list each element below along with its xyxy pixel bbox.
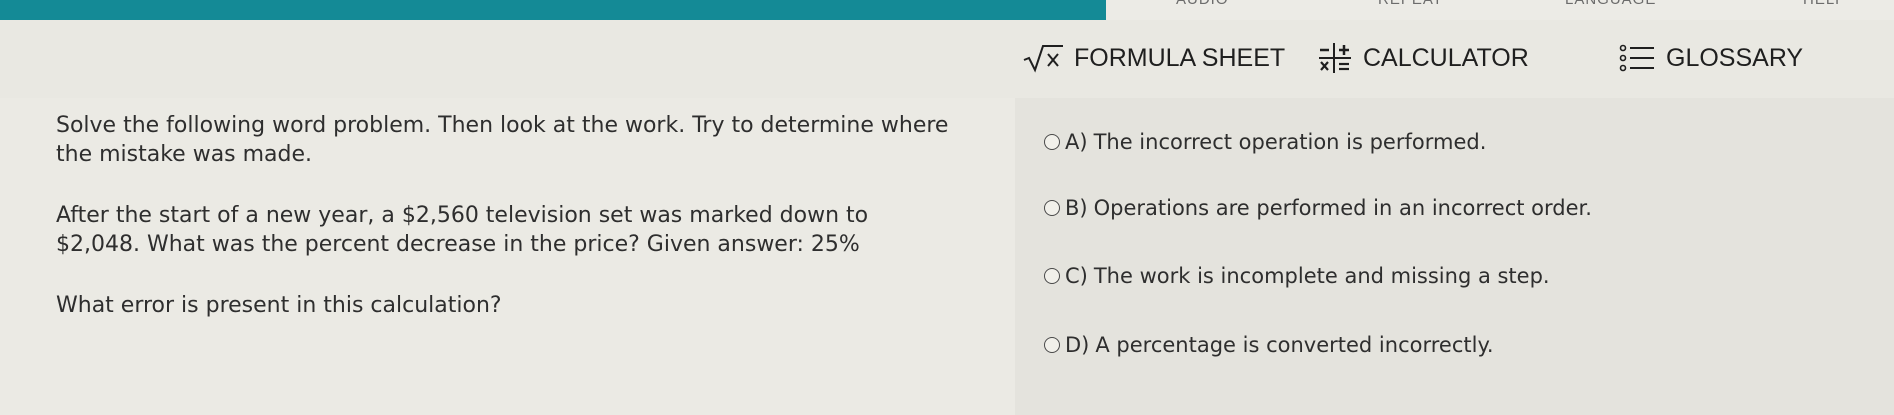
option-c-radio[interactable] <box>1044 268 1060 284</box>
audio-button[interactable]: AUDIO <box>1176 0 1229 8</box>
formula-sheet-button[interactable]: FORMULA SHEET <box>1022 40 1285 76</box>
calculator-button[interactable]: CALCULATOR <box>1317 40 1529 76</box>
option-b[interactable]: B) Operations are performed in an incorr… <box>1044 193 1592 223</box>
calculator-operators-icon <box>1317 41 1353 75</box>
help-button[interactable]: HELP <box>1803 0 1846 8</box>
tools-toolbar: FORMULA SHEET CALCULATOR GLOSSARY <box>0 20 1894 98</box>
option-b-text: Operations are performed in an incorrect… <box>1093 196 1592 220</box>
calculator-label: CALCULATOR <box>1363 43 1529 72</box>
option-a[interactable]: A) The incorrect operation is performed. <box>1044 127 1486 157</box>
square-root-icon <box>1022 43 1064 73</box>
formula-sheet-label: FORMULA SHEET <box>1074 43 1286 72</box>
option-c[interactable]: C) The work is incomplete and missing a … <box>1044 261 1550 291</box>
option-c-text: The work is incomplete and missing a ste… <box>1093 264 1550 288</box>
list-icon <box>1618 42 1656 74</box>
language-button[interactable]: LANGUAGE <box>1565 0 1656 8</box>
option-c-letter: C) <box>1065 264 1088 288</box>
option-a-letter: A) <box>1065 130 1088 154</box>
top-bar: AUDIO REPEAT LANGUAGE HELP <box>0 0 1894 20</box>
option-b-letter: B) <box>1065 196 1088 220</box>
question-prompt: What error is present in this calculatio… <box>56 293 502 318</box>
option-d-letter: D) <box>1065 333 1090 357</box>
repeat-button[interactable]: REPEAT <box>1378 0 1443 8</box>
option-b-radio[interactable] <box>1044 200 1060 216</box>
question-instructions: Solve the following word problem. Then l… <box>56 113 949 167</box>
question-problem: After the start of a new year, a $2,560 … <box>56 203 869 257</box>
option-d[interactable]: D) A percentage is converted incorrectly… <box>1044 330 1494 360</box>
glossary-button[interactable]: GLOSSARY <box>1618 40 1803 76</box>
option-a-radio[interactable] <box>1044 134 1060 150</box>
glossary-label: GLOSSARY <box>1666 43 1804 72</box>
option-a-text: The incorrect operation is performed. <box>1093 130 1487 154</box>
top-bar-accent <box>0 0 1106 20</box>
option-d-radio[interactable] <box>1044 337 1060 353</box>
option-d-text: A percentage is converted incorrectly. <box>1095 333 1494 357</box>
